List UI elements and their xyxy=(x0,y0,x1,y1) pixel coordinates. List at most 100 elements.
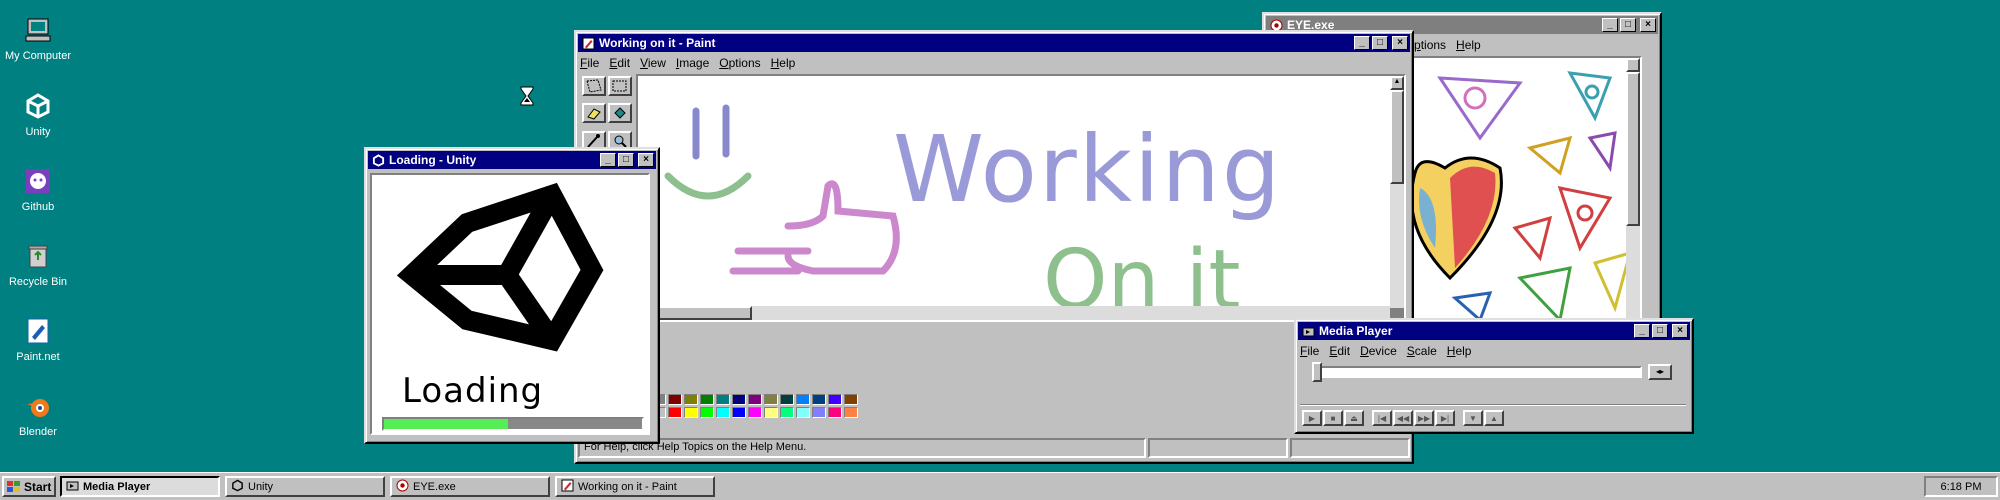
palette-swatch[interactable] xyxy=(780,407,794,418)
desktop-icon-unity[interactable]: Unity xyxy=(0,90,76,138)
maximize-button[interactable]: □ xyxy=(1620,18,1636,32)
media-scroll-buttons[interactable]: ◂▸ xyxy=(1648,364,1672,380)
task-eye[interactable]: EYE.exe xyxy=(390,476,550,497)
desktop-icon-my-computer[interactable]: My Computer xyxy=(0,14,76,62)
media-player-menubar: File Edit Device Scale Help xyxy=(1296,342,1692,360)
palette-swatch[interactable] xyxy=(812,394,826,405)
unity-titlebar[interactable]: Loading - Unity _ □ × xyxy=(368,151,656,169)
close-button[interactable]: × xyxy=(638,153,654,167)
paintnet-icon xyxy=(22,315,54,347)
unity-progress-fill xyxy=(384,419,508,429)
paint-drawing: Working On it xyxy=(664,104,1280,320)
palette-swatch[interactable] xyxy=(668,407,682,418)
media-player-titlebar[interactable]: Media Player _ □ × xyxy=(1298,322,1690,340)
unity-loading-text: Loading xyxy=(402,371,544,411)
skip-start-icon[interactable]: |◀ xyxy=(1372,410,1392,426)
start-button[interactable]: Start xyxy=(2,476,56,497)
eraser-tool[interactable] xyxy=(582,103,606,124)
github-icon xyxy=(22,165,54,197)
minimize-button[interactable]: _ xyxy=(1634,324,1650,338)
palette-swatch[interactable] xyxy=(748,407,762,418)
forward-icon[interactable]: ▶▶ xyxy=(1414,410,1434,426)
palette-swatch[interactable] xyxy=(668,394,682,405)
task-paint[interactable]: Working on it - Paint xyxy=(555,476,715,497)
desktop-icon-blender[interactable]: Blender xyxy=(0,390,76,438)
eye-scrollbar[interactable] xyxy=(1626,58,1640,320)
menu-options[interactable]: ptions xyxy=(1414,38,1446,52)
close-button[interactable]: × xyxy=(1640,18,1656,32)
play-icon[interactable]: ▶ xyxy=(1302,410,1322,426)
maximize-button[interactable]: □ xyxy=(618,153,634,167)
minimize-button[interactable]: _ xyxy=(600,153,616,167)
unity-loading-window[interactable]: Loading - Unity _ □ × Loading xyxy=(364,147,660,444)
palette-swatch[interactable] xyxy=(796,407,810,418)
palette-swatch[interactable] xyxy=(684,407,698,418)
menu-image[interactable]: Image xyxy=(676,56,709,70)
desktop-icon-label: Paint.net xyxy=(16,351,60,363)
maximize-button[interactable]: □ xyxy=(1372,36,1388,50)
rewind-icon[interactable]: ◀◀ xyxy=(1393,410,1413,426)
palette-swatch[interactable] xyxy=(732,407,746,418)
palette-swatch[interactable] xyxy=(844,394,858,405)
media-seek-thumb[interactable] xyxy=(1312,362,1322,382)
mark-out-icon[interactable]: ▲ xyxy=(1484,410,1504,426)
media-player-window[interactable]: Media Player _ □ × File Edit Device Scal… xyxy=(1294,318,1694,434)
task-unity[interactable]: Unity xyxy=(225,476,385,497)
menu-file[interactable]: File xyxy=(580,56,599,70)
eject-icon[interactable]: ⏏ xyxy=(1344,410,1364,426)
skip-end-icon[interactable]: ▶| xyxy=(1435,410,1455,426)
menu-file[interactable]: File xyxy=(1300,344,1319,358)
paint-window[interactable]: Working on it - Paint _ □ × File Edit Vi… xyxy=(574,30,1414,464)
menu-device[interactable]: Device xyxy=(1360,344,1397,358)
desktop-icon-label: Unity xyxy=(25,126,51,138)
paint-vscrollbar[interactable]: ▲ xyxy=(1390,76,1404,308)
palette-swatch[interactable] xyxy=(716,394,730,405)
palette-swatch[interactable] xyxy=(828,394,842,405)
palette-swatch[interactable] xyxy=(700,394,714,405)
menu-edit[interactable]: Edit xyxy=(609,56,630,70)
palette-swatch[interactable] xyxy=(828,407,842,418)
palette-swatch[interactable] xyxy=(684,394,698,405)
rect-select-tool[interactable] xyxy=(608,76,632,96)
menu-options[interactable]: Options xyxy=(719,56,760,70)
close-button[interactable]: × xyxy=(1392,36,1408,50)
palette-swatch[interactable] xyxy=(748,394,762,405)
media-seek-track[interactable] xyxy=(1318,366,1642,378)
palette-swatch[interactable] xyxy=(812,407,826,418)
fill-tool[interactable] xyxy=(608,103,632,124)
palette-swatch[interactable] xyxy=(700,407,714,418)
status-size xyxy=(1290,438,1410,458)
palette-swatch[interactable] xyxy=(764,407,778,418)
unity-title: Loading - Unity xyxy=(389,153,477,167)
menu-help[interactable]: Help xyxy=(1456,38,1481,52)
minimize-button[interactable]: _ xyxy=(1602,18,1618,32)
palette-swatch[interactable] xyxy=(796,394,810,405)
close-button[interactable]: × xyxy=(1672,324,1688,338)
desktop-icon-recycle-bin[interactable]: Recycle Bin xyxy=(0,240,76,288)
maximize-button[interactable]: □ xyxy=(1652,324,1668,338)
minimize-button[interactable]: _ xyxy=(1354,36,1370,50)
computer-icon xyxy=(22,14,54,46)
paint-titlebar[interactable]: Working on it - Paint _ □ × xyxy=(578,34,1410,52)
paint-hscrollbar[interactable] xyxy=(638,306,1390,320)
paint-canvas[interactable]: Working On it xyxy=(638,76,1390,320)
menu-help[interactable]: Help xyxy=(1447,344,1472,358)
palette-swatch[interactable] xyxy=(780,394,794,405)
desktop-icon-paintnet[interactable]: Paint.net xyxy=(0,315,76,363)
menu-view[interactable]: View xyxy=(640,56,666,70)
palette-swatch[interactable] xyxy=(732,394,746,405)
paint-canvas-area: Working On it ▲ xyxy=(636,74,1406,322)
menu-scale[interactable]: Scale xyxy=(1407,344,1437,358)
mark-in-icon[interactable]: ▼ xyxy=(1463,410,1483,426)
palette-swatch[interactable] xyxy=(716,407,730,418)
palette-swatch[interactable] xyxy=(844,407,858,418)
desktop-icon-label: Recycle Bin xyxy=(8,276,68,288)
menu-help[interactable]: Help xyxy=(771,56,796,70)
palette-swatch[interactable] xyxy=(764,394,778,405)
stop-icon[interactable]: ■ xyxy=(1323,410,1343,426)
desktop-icon-github[interactable]: Github xyxy=(0,165,76,213)
task-media-player[interactable]: Media Player xyxy=(60,476,220,497)
media-player-icon xyxy=(66,479,79,495)
free-select-tool[interactable] xyxy=(582,76,606,96)
menu-edit[interactable]: Edit xyxy=(1329,344,1350,358)
